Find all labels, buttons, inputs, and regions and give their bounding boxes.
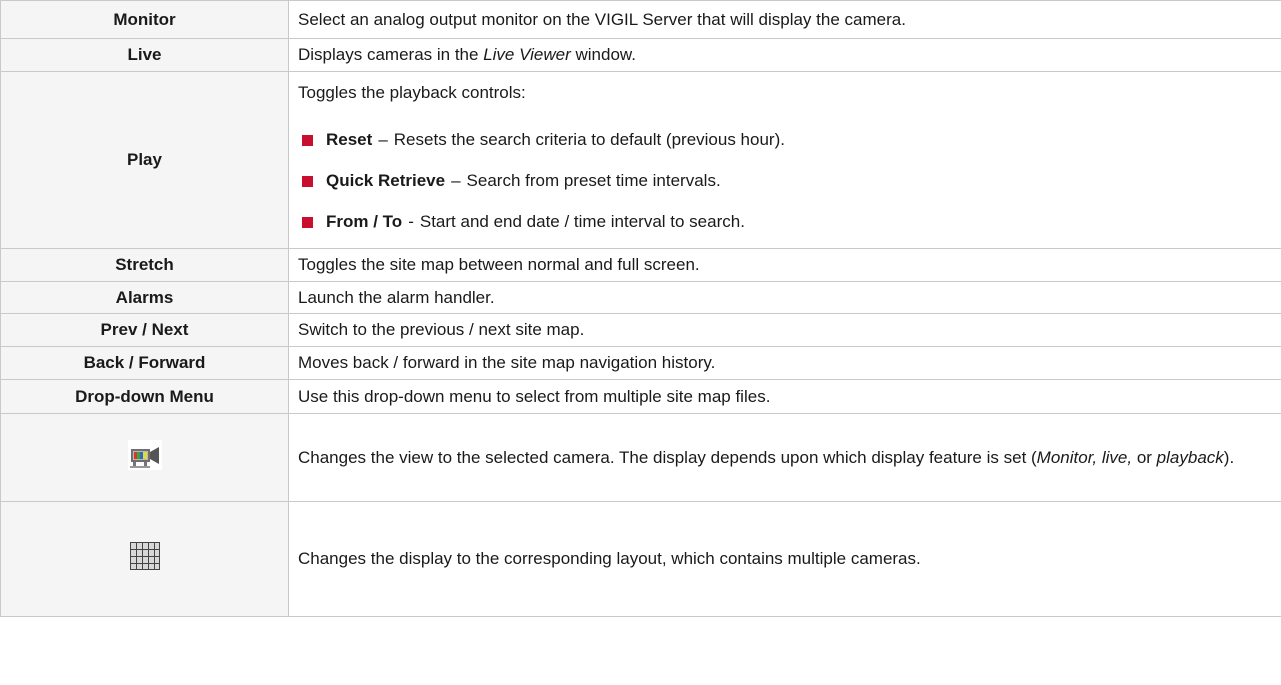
play-intro: Toggles the playback controls: xyxy=(298,82,526,102)
term-back-forward: Back / Forward xyxy=(0,346,289,380)
desc-layout: Changes the display to the corresponding… xyxy=(288,501,1281,617)
term-drop-down-menu: Drop-down Menu xyxy=(0,379,289,414)
term-layout-icon-cell xyxy=(0,501,289,617)
controls-table: Monitor Select an analog output monitor … xyxy=(0,0,1281,617)
list-item: Reset – Resets the search criteria to defa… xyxy=(298,120,1271,161)
table-row: Drop-down Menu Use this drop-down menu t… xyxy=(0,379,1281,414)
bullet-square-icon xyxy=(302,175,313,187)
term-play: Play xyxy=(0,71,289,249)
desc-monitor: Select an analog output monitor on the V… xyxy=(288,0,1281,39)
desc-play: Toggles the playback controls: Reset – Res… xyxy=(288,71,1281,249)
bullet-list: Reset – Resets the search criteria to defa… xyxy=(298,120,1271,243)
term-monitor: Monitor xyxy=(0,0,289,39)
table-row: Live Displays cameras in the Live Viewer… xyxy=(0,38,1281,72)
table-row: Alarms Launch the alarm handler. xyxy=(0,281,1281,314)
table-row: Changes the view to the selected camera.… xyxy=(0,413,1281,502)
desc-stretch: Toggles the site map between normal and … xyxy=(288,248,1281,282)
term-live: Live xyxy=(0,38,289,72)
bullet-square-icon xyxy=(302,216,313,228)
desc-prev-next: Switch to the previous / next site map. xyxy=(288,313,1281,347)
desc-camera: Changes the view to the selected camera.… xyxy=(288,413,1281,502)
term-alarms: Alarms xyxy=(0,281,289,314)
table-row: Back / Forward Moves back / forward in t… xyxy=(0,346,1281,380)
term-camera-icon-cell xyxy=(0,413,289,502)
table-row: Prev / Next Switch to the previous / nex… xyxy=(0,313,1281,347)
desc-alarms: Launch the alarm handler. xyxy=(288,281,1281,314)
table-row: Stretch Toggles the site map between nor… xyxy=(0,248,1281,282)
camera-icon xyxy=(127,439,162,476)
table-row: Changes the display to the corresponding… xyxy=(0,501,1281,617)
term-stretch: Stretch xyxy=(0,248,289,282)
table-row: Monitor Select an analog output monitor … xyxy=(0,0,1281,39)
layout-grid-icon xyxy=(129,542,160,576)
desc-drop-down-menu: Use this drop-down menu to select from m… xyxy=(288,379,1281,414)
desc-back-forward: Moves back / forward in the site map nav… xyxy=(288,346,1281,380)
table-row: Play Toggles the playback controls: Rese… xyxy=(0,71,1281,249)
list-item: From / To - Start and end date / time inte… xyxy=(298,202,1271,243)
term-prev-next: Prev / Next xyxy=(0,313,289,347)
bullet-square-icon xyxy=(302,134,313,146)
list-item: Quick Retrieve – Search from preset time i… xyxy=(298,161,1271,202)
desc-live: Displays cameras in the Live Viewer wind… xyxy=(288,38,1281,72)
